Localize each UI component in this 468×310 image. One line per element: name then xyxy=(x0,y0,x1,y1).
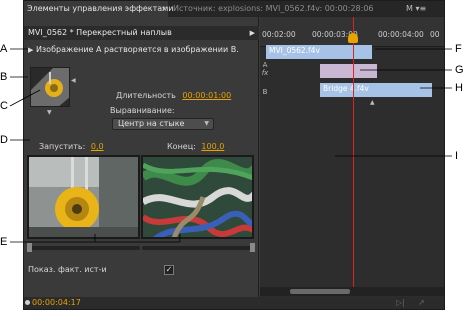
footer-bar: 00:00:04:17 ▷| ↗ xyxy=(24,297,444,309)
end-slider-handle[interactable] xyxy=(250,243,255,252)
end-row: Конец: 100,0 xyxy=(167,142,224,151)
description-text: Изображение A растворяется в изображении… xyxy=(35,45,239,54)
tab-effect-controls[interactable]: Элементы управления эффектами xyxy=(24,1,173,17)
effect-controls-panel: Элементы управления эффектами × Источник… xyxy=(23,0,445,310)
show-actual-checkbox[interactable]: ✓ xyxy=(164,265,174,275)
tab-close-icon[interactable]: × xyxy=(161,1,169,17)
current-time[interactable]: 00:00:04:17 xyxy=(32,297,81,309)
transition-clip[interactable] xyxy=(320,64,377,78)
ruler-time: 00 xyxy=(430,30,440,39)
start-slider[interactable] xyxy=(27,246,140,250)
show-actual-label: Показ. факт. ист-и xyxy=(28,265,107,274)
callout-a: A xyxy=(0,43,8,55)
end-value[interactable]: 100,0 xyxy=(201,142,224,151)
track-label-b: B xyxy=(262,88,268,96)
play-transition-icon[interactable]: ▶ xyxy=(250,26,255,40)
transition-thumbnail[interactable] xyxy=(30,67,70,107)
start-row: Запустить: 0,0 xyxy=(39,142,104,151)
callout-e: E xyxy=(0,236,8,248)
timeline-scrollbar[interactable] xyxy=(260,287,444,296)
chevron-down-icon: ▼ xyxy=(204,120,209,127)
thumb-arrow-left-icon[interactable]: ◀ xyxy=(71,77,76,84)
callout-h: H xyxy=(455,82,463,94)
clip-b[interactable]: Bridge 4.f4v xyxy=(320,83,432,97)
playhead-line[interactable] xyxy=(353,17,354,287)
duration-label: Длительность xyxy=(116,91,176,100)
track-label-fx: fx xyxy=(261,69,269,77)
export-icon[interactable]: ▷| xyxy=(396,298,405,307)
ruler-time: 00:00:04:00 xyxy=(378,30,424,39)
start-slider-handle[interactable] xyxy=(27,243,32,252)
end-preview-frame xyxy=(141,155,254,239)
play-icon[interactable]: ▶ xyxy=(28,46,33,54)
effect-header: MVI_0562 * Перекрестный наплыв ▶ xyxy=(24,26,259,40)
callout-c: C xyxy=(0,100,8,112)
start-value[interactable]: 0,0 xyxy=(91,142,104,151)
start-preview-frame xyxy=(27,155,140,239)
share-icon[interactable]: ↗ xyxy=(418,298,425,307)
duration-value[interactable]: 00:00:01:00 xyxy=(182,91,231,100)
alignment-value: Центр на стыке xyxy=(118,119,185,128)
callout-i: I xyxy=(455,150,459,162)
scrollbar-thumb[interactable] xyxy=(290,289,350,294)
ruler-time: 00:02:00 xyxy=(262,30,296,39)
start-label: Запустить: xyxy=(39,142,86,151)
thumb-arrow-down-icon[interactable]: ▼ xyxy=(47,109,52,116)
callout-f: F xyxy=(455,43,462,55)
effect-description: ▶ Изображение A растворяется в изображен… xyxy=(28,44,258,56)
callout-d: D xyxy=(0,134,8,146)
duration-row: Длительность 00:00:01:00 xyxy=(116,91,231,100)
panel-menu-icon[interactable]: M ▾≡ xyxy=(406,1,442,17)
effect-settings: MVI_0562 * Перекрестный наплыв ▶ ▶ Изобр… xyxy=(24,17,259,297)
callout-b: B xyxy=(0,71,8,83)
alignment-select[interactable]: Центр на стыке ▼ xyxy=(112,118,214,130)
end-label: Конец: xyxy=(167,142,196,151)
tab-bar: Элементы управления эффектами × Источник… xyxy=(24,1,444,17)
end-slider[interactable] xyxy=(142,246,255,250)
effect-title: MVI_0562 * Перекрестный наплыв xyxy=(28,28,172,37)
footer-indicator-icon xyxy=(25,300,30,305)
playhead-handle[interactable] xyxy=(348,33,358,43)
tab-source[interactable]: Источник: explosions: MVI_0562.f4v: 00:0… xyxy=(173,1,403,17)
clip-a[interactable]: MVI_0562.f4v xyxy=(266,45,372,59)
alignment-label: Выравнивание: xyxy=(110,106,175,115)
transition-marker-icon: ▲ xyxy=(370,99,375,106)
mini-timeline: 00:02:00 00:00:03:00 00:00:04:00 00 A fx… xyxy=(260,17,444,297)
callout-g: G xyxy=(455,64,464,76)
track-label-a: A xyxy=(262,61,268,69)
